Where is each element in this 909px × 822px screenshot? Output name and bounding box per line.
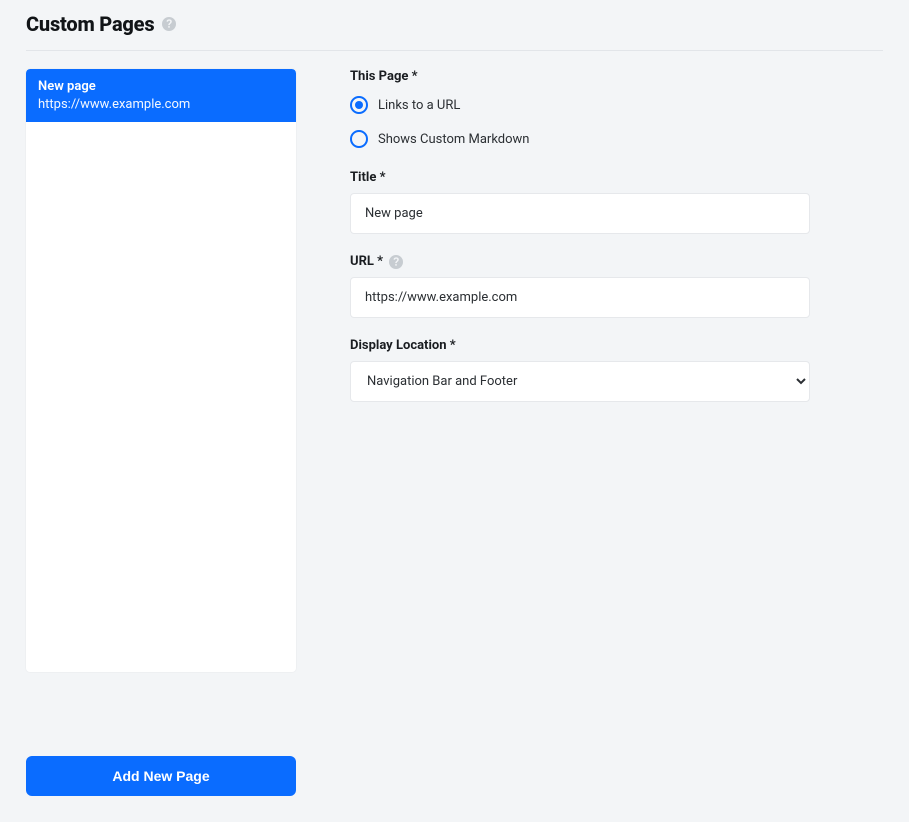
radio-label: Links to a URL xyxy=(378,98,460,113)
page-list-item[interactable]: New page https://www.example.com xyxy=(26,69,296,122)
radio-dot-icon xyxy=(355,101,363,109)
help-icon[interactable] xyxy=(162,17,176,31)
page-list-item-subtitle: https://www.example.com xyxy=(38,97,284,112)
display-location-select[interactable]: Navigation Bar and Footer xyxy=(350,361,810,402)
page-list: New page https://www.example.com xyxy=(26,69,296,672)
radio-circle-icon xyxy=(350,130,368,148)
add-new-page-button[interactable]: Add New Page xyxy=(26,756,296,796)
page-list-item-title: New page xyxy=(38,79,284,94)
help-icon[interactable] xyxy=(389,255,403,269)
form-panel: This Page * Links to a URL Shows Custom … xyxy=(350,69,810,796)
radio-custom-markdown[interactable]: Shows Custom Markdown xyxy=(350,130,810,148)
title-field: Title * xyxy=(350,170,810,234)
radio-label: Shows Custom Markdown xyxy=(378,132,529,147)
title-input[interactable] xyxy=(350,193,810,234)
url-field: URL * xyxy=(350,254,810,318)
url-label: URL * xyxy=(350,254,810,269)
this-page-field: This Page * Links to a URL Shows Custom … xyxy=(350,69,810,148)
this-page-label: This Page * xyxy=(350,69,810,84)
page-header: Custom Pages xyxy=(26,12,883,51)
page-title: Custom Pages xyxy=(26,12,154,36)
url-input[interactable] xyxy=(350,277,810,318)
title-label: Title * xyxy=(350,170,810,185)
radio-circle-icon xyxy=(350,96,368,114)
sidebar: New page https://www.example.com Add New… xyxy=(26,69,296,796)
url-label-text: URL * xyxy=(350,254,383,269)
display-location-label: Display Location * xyxy=(350,338,810,353)
radio-links-to-url[interactable]: Links to a URL xyxy=(350,96,810,114)
display-location-field: Display Location * Navigation Bar and Fo… xyxy=(350,338,810,402)
